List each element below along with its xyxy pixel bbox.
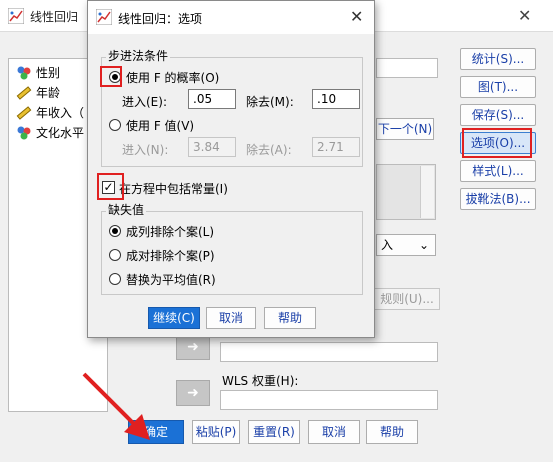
continue-button[interactable]: 继续(C) [148, 307, 200, 329]
replace-mean-label: 替换为平均值(R) [126, 273, 216, 287]
plots-button[interactable]: 图(T)... [460, 76, 536, 98]
entry-f-input[interactable]: 3.84 [188, 137, 236, 157]
style-button[interactable]: 样式(L)... [460, 160, 536, 182]
cancel-button[interactable]: 取消 [308, 420, 360, 444]
exclude-pairwise-radio[interactable] [109, 249, 121, 261]
wls-label: WLS 权重(H): [222, 374, 299, 388]
help-button[interactable]: 帮助 [366, 420, 418, 444]
variable-item-income[interactable]: 年收入（ [16, 104, 84, 121]
arrow-right-icon: ➜ [187, 339, 199, 355]
highlight-options-button [462, 128, 532, 158]
red-arrow-icon [82, 372, 150, 440]
missing-group-label: 缺失值 [106, 201, 147, 218]
dialog-close-icon[interactable]: ✕ [350, 7, 363, 26]
replace-mean-radio[interactable] [109, 273, 121, 285]
chevron-down-icon: ⌄ [418, 238, 429, 252]
list-scrollbar[interactable] [420, 166, 434, 218]
entry-label: 进入(E): [122, 95, 167, 109]
main-window-title: 线性回归 [30, 10, 79, 24]
variable-item-age[interactable]: 年龄 [16, 84, 60, 101]
use-f-probability-label: 使用 F 的概率(O) [126, 71, 220, 85]
highlight-include-constant [97, 173, 124, 200]
statistics-button[interactable]: 统计(S)... [460, 48, 536, 70]
exclude-listwise-label: 成列排除个案(L) [126, 225, 215, 239]
scale-variable-icon [16, 85, 32, 100]
scale-variable-icon [16, 105, 32, 120]
use-f-value-label: 使用 F 值(V) [126, 119, 195, 133]
nominal-variable-icon [17, 126, 31, 139]
exclude-pairwise-label: 成对排除个案(P) [126, 249, 215, 263]
paste-button[interactable]: 粘贴(P) [192, 420, 240, 444]
entry-f-label: 进入(N): [122, 143, 169, 157]
bootstrap-button[interactable]: 拔靴法(B)... [460, 188, 536, 210]
dependent-field[interactable] [376, 58, 438, 78]
dialog-app-icon [96, 9, 112, 25]
removal-probability-input[interactable]: .10 [312, 89, 360, 109]
variable-label: 年龄 [36, 86, 61, 100]
variable-item-gender[interactable]: 性别 [16, 64, 60, 81]
variable-label: 性别 [36, 66, 61, 80]
main-close-icon[interactable]: ✕ [518, 6, 531, 25]
save-button[interactable]: 保存(S)... [460, 104, 536, 126]
dialog-cancel-button[interactable]: 取消 [206, 307, 256, 329]
wls-weight-field[interactable] [220, 390, 438, 410]
removal-f-input[interactable]: 2.71 [312, 137, 360, 157]
nominal-variable-icon [17, 66, 31, 79]
removal-f-label: 除去(A): [246, 143, 292, 157]
method-select[interactable]: 入 ⌄ [376, 234, 436, 256]
reset-button[interactable]: 重置(R) [248, 420, 300, 444]
wls-arrow-button[interactable]: ➜ [176, 380, 210, 406]
app-icon [8, 8, 24, 24]
dialog-title: 线性回归：选项 [118, 12, 203, 26]
variable-item-education[interactable]: 文化水平 [16, 124, 84, 141]
entry-probability-input[interactable]: .05 [188, 89, 236, 109]
next-block-button[interactable]: 下一个(N) [376, 118, 434, 140]
removal-label: 除去(M): [246, 95, 294, 109]
exclude-listwise-radio[interactable] [109, 225, 121, 237]
selection-variable-field[interactable] [220, 342, 438, 362]
variable-label: 文化水平 [36, 126, 85, 140]
variable-label: 年收入（ [36, 106, 85, 120]
options-dialog: 线性回归：选项 ✕ 步进法条件 使用 F 的概率(O) 进入(E): .05 除… [87, 0, 375, 338]
include-constant-label: 在方程中包括常量(I) [119, 182, 228, 196]
arrow-right-icon: ➜ [187, 385, 199, 401]
stepwise-group-label: 步进法条件 [106, 47, 171, 64]
rule-button[interactable]: 规则(U)... [374, 288, 440, 310]
method-value: 入 [381, 238, 394, 252]
highlight-f-probability [100, 66, 122, 87]
dialog-help-button[interactable]: 帮助 [264, 307, 316, 329]
use-f-value-radio[interactable] [109, 119, 121, 131]
